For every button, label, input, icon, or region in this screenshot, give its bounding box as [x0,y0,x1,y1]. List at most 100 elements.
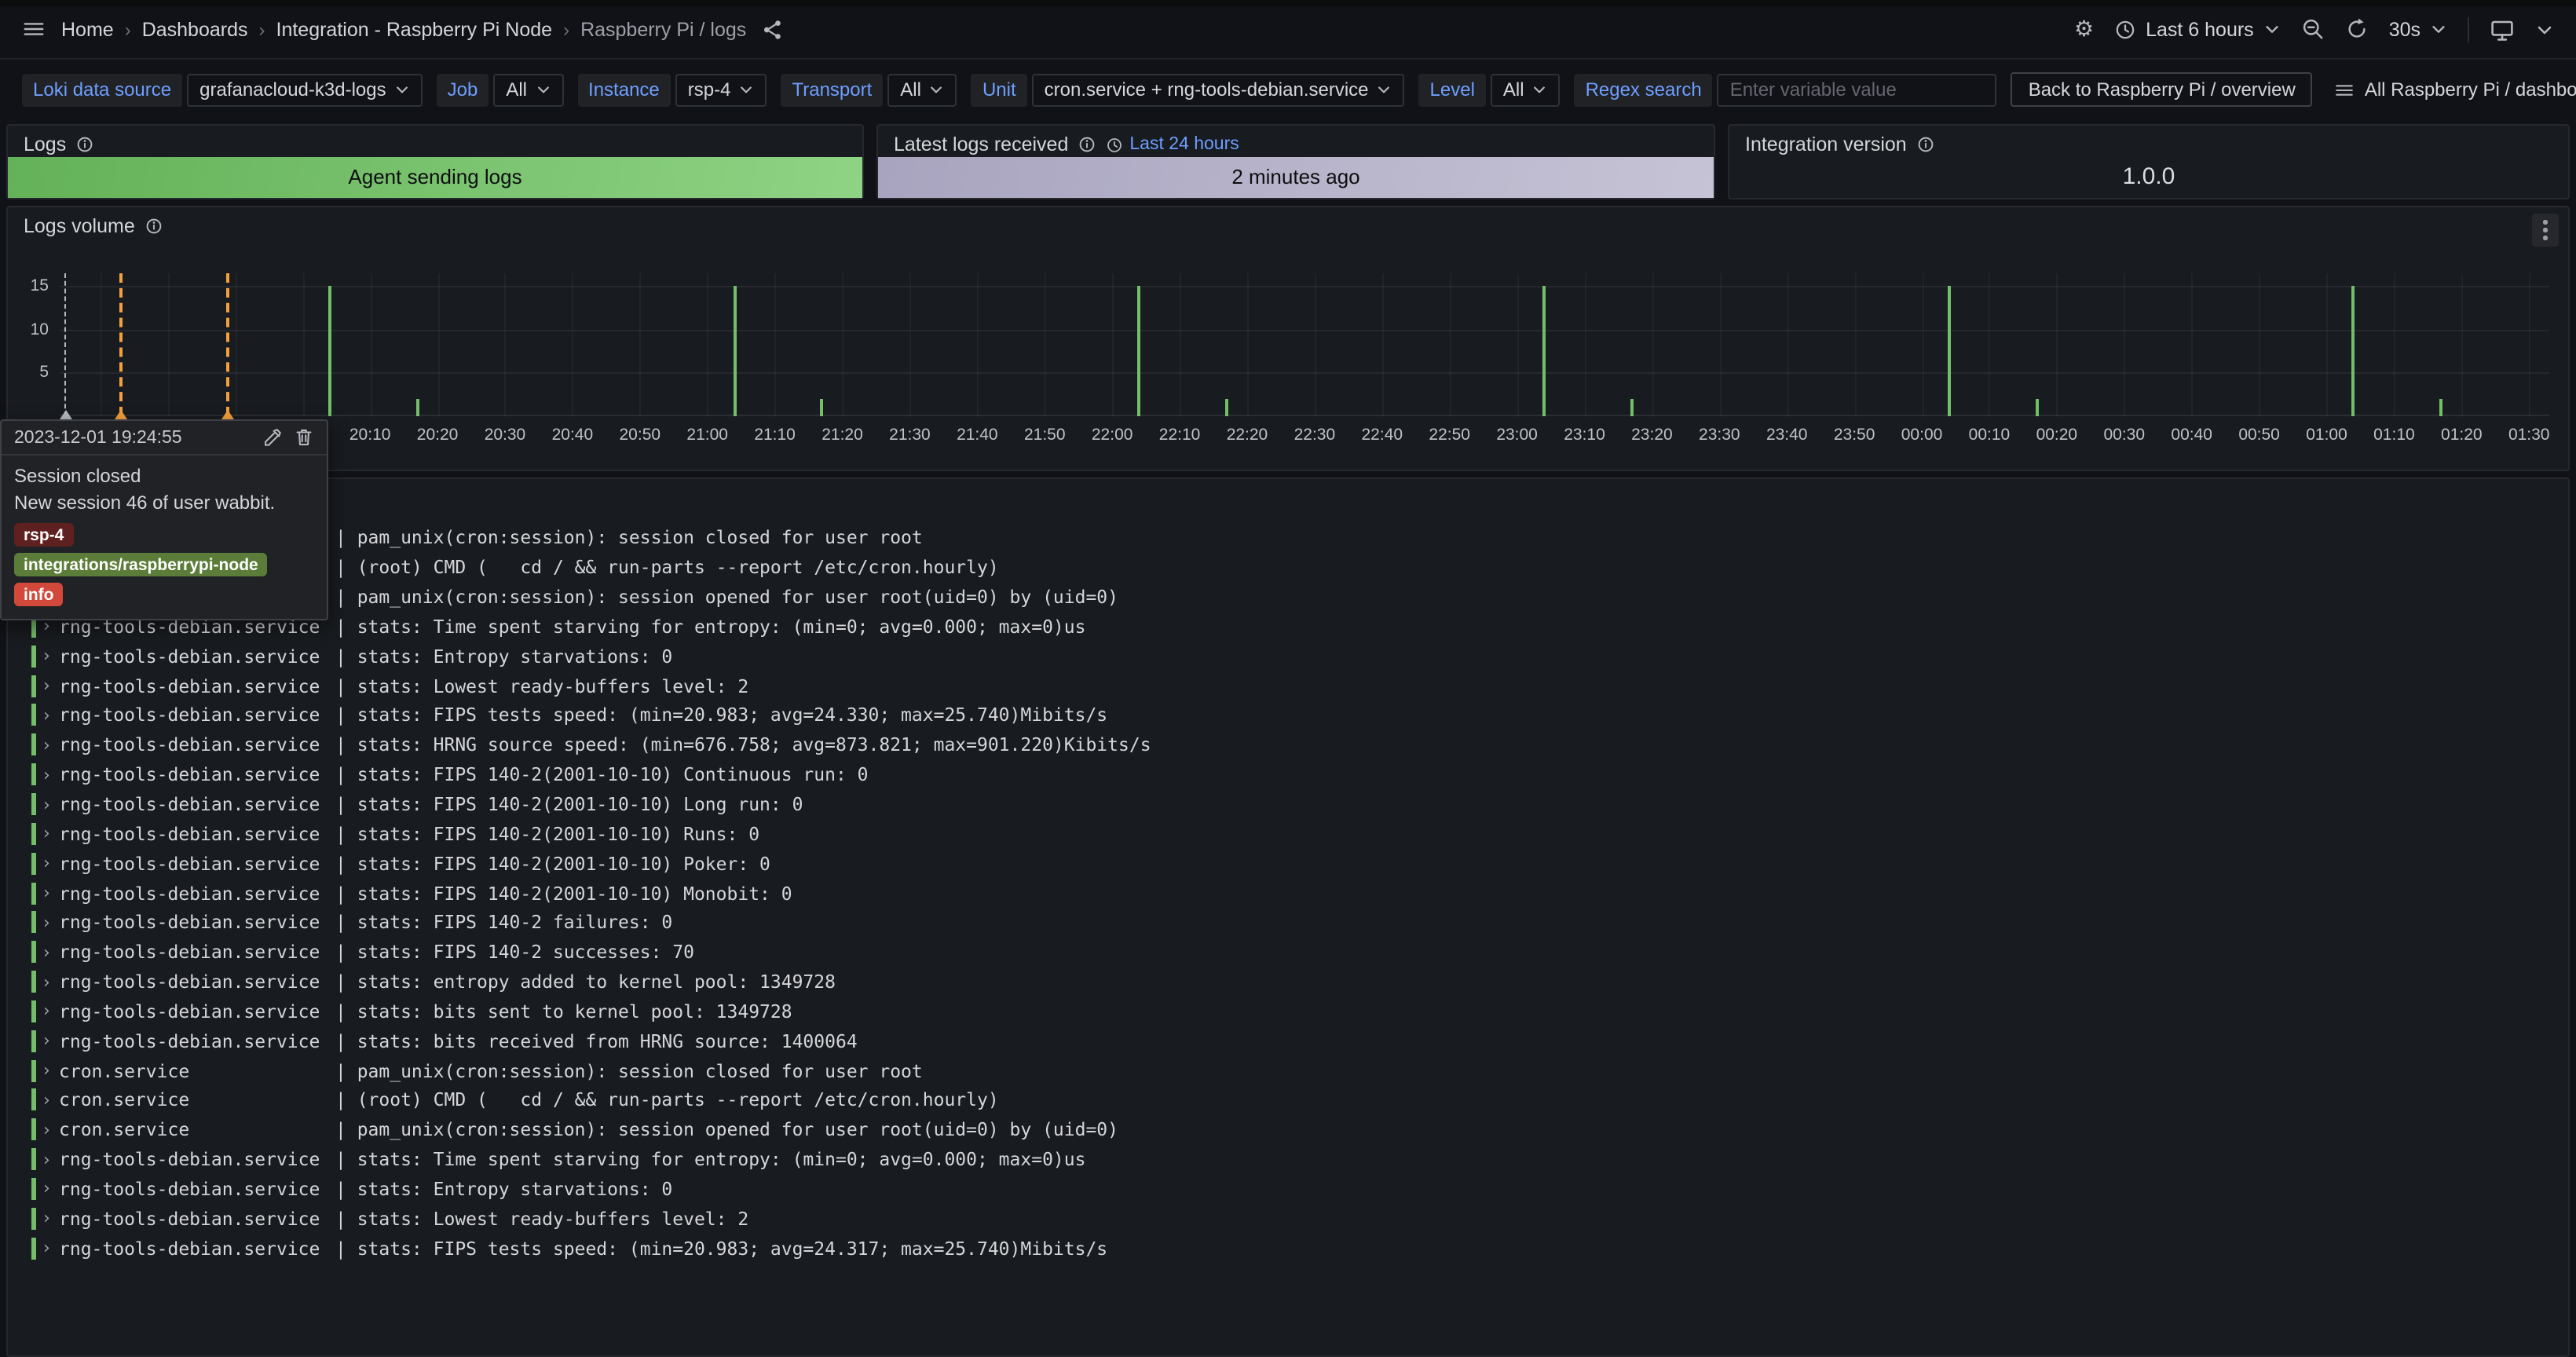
log-level-indicator [31,704,35,726]
log-row[interactable]: › rng-tools-debian.service | stats: Lowe… [8,671,2568,700]
info-icon[interactable] [75,135,94,154]
log-row[interactable]: › rng-tools-debian.service | stats: FIPS… [8,938,2568,967]
expand-chevron-icon[interactable]: › [43,1149,59,1169]
annotation-tag[interactable]: rsp-4 [14,523,73,547]
expand-chevron-icon[interactable]: › [43,1238,59,1258]
log-row[interactable]: › rng-tools-debian.service | stats: Lowe… [8,1204,2568,1234]
log-message: | stats: Time spent starving for entropy… [335,1148,1085,1170]
log-row[interactable]: › cron.service | pam_unix(cron:session):… [8,523,2568,553]
expand-chevron-icon[interactable]: › [43,646,59,667]
expand-chevron-icon[interactable]: › [43,1001,59,1022]
log-row[interactable]: › rng-tools-debian.service | stats: Entr… [8,642,2568,671]
annotation-tag[interactable]: info [14,583,64,606]
log-row[interactable]: › rng-tools-debian.service | stats: Entr… [8,1174,2568,1204]
variable-label: Transport [781,73,883,106]
expand-chevron-icon[interactable]: › [43,705,59,726]
expand-chevron-icon[interactable]: › [43,824,59,844]
info-icon[interactable] [145,217,163,236]
log-row[interactable]: › rng-tools-debian.service | stats: FIPS… [8,908,2568,938]
panel-menu-kebab-icon[interactable] [2532,214,2559,247]
expand-chevron-icon[interactable]: › [43,942,59,962]
log-message: | stats: entropy added to kernel pool: 1… [335,971,836,993]
expand-chevron-icon[interactable]: › [43,1090,59,1110]
expand-chevron-icon[interactable]: › [43,913,59,933]
variable-dropdown[interactable]: cron.service + rng-tools-debian.service [1032,73,1405,106]
log-row[interactable]: › rng-tools-debian.service | stats: FIPS… [8,789,2568,819]
annotation-marker[interactable] [114,410,126,419]
log-row[interactable]: › rng-tools-debian.service | stats: FIPS… [8,878,2568,908]
log-row[interactable]: › cron.service | pam_unix(cron:session):… [8,1055,2568,1085]
x-axis-tick: 23:30 [1685,426,1754,444]
expand-chevron-icon[interactable]: › [43,794,59,814]
log-row[interactable]: › rng-tools-debian.service | stats: Time… [8,1144,2568,1174]
refresh-interval-picker[interactable]: 30s [2389,18,2447,40]
expand-chevron-icon[interactable]: › [43,735,59,755]
time-range-picker[interactable]: Last 6 hours [2114,18,2281,40]
log-row[interactable]: › rng-tools-debian.service | stats: bits… [8,1026,2568,1056]
log-row[interactable]: › cron.service | (root) CMD ( cd / && ru… [8,553,2568,583]
log-row[interactable]: › rng-tools-debian.service | stats: HRNG… [8,730,2568,760]
log-level-indicator [31,763,35,785]
all-dashboards-link[interactable]: All Raspberry Pi / dashboards [2335,79,2576,101]
x-gridline [101,273,102,416]
annotation-marker[interactable] [222,410,235,419]
expand-chevron-icon[interactable]: › [43,1031,59,1052]
x-axis-tick: 01:10 [2359,426,2428,444]
variable-dropdown[interactable]: rsp-4 [675,73,767,106]
log-row[interactable]: › rng-tools-debian.service | stats: FIPS… [8,849,2568,879]
log-row[interactable]: › cron.service | pam_unix(cron:session):… [8,1115,2568,1145]
log-row[interactable]: › cron.service | pam_unix(cron:session):… [8,582,2568,612]
log-row[interactable]: › rng-tools-debian.service | stats: FIPS… [8,700,2568,730]
expand-chevron-icon[interactable]: › [43,1060,59,1081]
log-message: | (root) CMD ( cd / && run-parts --repor… [335,1089,999,1111]
edit-pencil-icon[interactable] [262,427,283,448]
regex-search-input[interactable] [1718,73,1997,106]
variable-dropdown[interactable]: All [1491,73,1561,106]
expand-chevron-icon[interactable]: › [43,1209,59,1229]
expand-chevron-icon[interactable]: › [43,883,59,903]
x-axis-tick: 22:10 [1145,426,1214,444]
expand-chevron-icon[interactable]: › [43,1120,59,1140]
log-row[interactable]: › rng-tools-debian.service | stats: FIPS… [8,1234,2568,1264]
breadcrumb-item[interactable]: Dashboards [142,18,248,40]
back-to-overview-button[interactable]: Back to Raspberry Pi / overview [2011,72,2313,107]
variable-dropdown[interactable]: grafanacloud-k3d-logs [187,73,423,106]
annotation-marker[interactable] [60,410,73,419]
log-row[interactable]: › rng-tools-debian.service | stats: bits… [8,997,2568,1026]
dashboard-grid: Logs Agent sending logs Latest logs rece… [0,118,2576,1266]
refresh-icon[interactable] [2345,17,2369,41]
breadcrumb-item[interactable]: Home [61,18,114,40]
breadcrumb-item[interactable]: Raspberry Pi / logs [580,18,746,40]
log-row[interactable]: › rng-tools-debian.service | stats: entr… [8,967,2568,997]
breadcrumb-item[interactable]: Integration - Raspberry Pi Node [276,18,553,40]
variable-group: Loki data source grafanacloud-k3d-logs [22,73,423,106]
log-row[interactable]: › rng-tools-debian.service | stats: FIPS… [8,819,2568,849]
regex-search-group: Regex search [1575,73,1997,106]
expand-chevron-icon[interactable]: › [43,675,59,696]
settings-gear-icon[interactable]: ⚙ [2074,18,2094,40]
annotation-tag[interactable]: integrations/raspberrypi-node [14,553,268,576]
log-row[interactable]: › rng-tools-debian.service | stats: FIPS… [8,760,2568,790]
log-row[interactable]: › rng-tools-debian.service | stats: Time… [8,612,2568,642]
chevron-down-icon[interactable] [2535,20,2554,38]
delete-trash-icon[interactable] [294,427,314,448]
x-gridline [1585,273,1586,416]
zoom-out-icon[interactable] [2301,17,2325,41]
kiosk-monitor-icon[interactable] [2490,16,2515,42]
panel-time-range-link[interactable]: Last 24 hours [1106,135,1239,154]
refresh-interval-label: 30s [2389,18,2420,40]
share-icon[interactable] [762,18,784,40]
info-icon[interactable] [1916,135,1935,154]
log-row[interactable]: › cron.service | (root) CMD ( cd / && ru… [8,1085,2568,1115]
expand-chevron-icon[interactable]: › [43,1179,59,1199]
variable-dropdown[interactable]: All [493,73,563,106]
log-message: | stats: HRNG source speed: (min=676.758… [335,734,1151,756]
log-message: | pam_unix(cron:session): session opened… [335,586,1118,608]
menu-icon[interactable] [22,17,46,41]
variable-dropdown[interactable]: All [887,73,957,106]
expand-chevron-icon[interactable]: › [43,853,59,873]
expand-chevron-icon[interactable]: › [43,971,59,992]
log-level-indicator [31,734,35,756]
expand-chevron-icon[interactable]: › [43,764,59,785]
info-icon[interactable] [1078,135,1096,154]
